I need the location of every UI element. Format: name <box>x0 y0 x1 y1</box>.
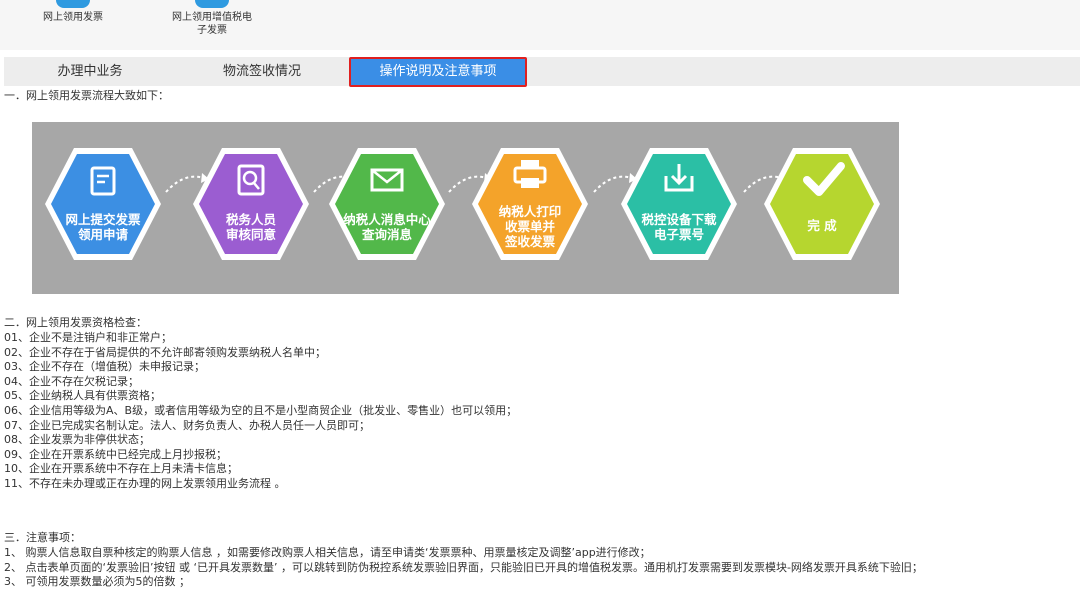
step-print-receipt: 纳税人打印 收票单并 签收发票 <box>471 146 589 262</box>
list-item: 05、企业纳税人具有供票资格； <box>4 389 161 403</box>
hexagon-shape <box>193 148 309 260</box>
step-complete: 完 成 <box>763 146 881 262</box>
list-item: 2、 点击表单页面的‘发票验旧’按钮 或 ‘已开具发票数量’ ，可以跳转到防伪税… <box>4 560 923 574</box>
list-item: 1、 购票人信息取自票种核定的购票人信息 ，如需要修改购票人相关信息，请至申请类… <box>4 546 651 559</box>
hexagon-shape <box>621 148 737 260</box>
process-flow-diagram: 网上提交发票 领用申请 税务人员 审核同意 纳税人消息中心 查询消息 纳税人打印… <box>32 122 899 294</box>
step-download-number: 税控设备下载 电子票号 <box>620 146 738 262</box>
hexagon-shape <box>329 148 445 260</box>
list-item: 06、企业信用等级为A、B级，或者信用等级为空的且不是小型商贸企业（批发业、零售… <box>4 403 518 417</box>
step-tax-review: 税务人员 审核同意 <box>192 146 310 262</box>
list-item: 09、企业在开票系统中已经完成上月抄报税； <box>4 447 227 461</box>
list-item: 07、企业已完成实名制认定。法人、财务负责人、办税人员任一人员即可； <box>4 418 370 432</box>
section2-heading: 二．网上领用发票资格检查： <box>4 316 147 329</box>
list-item: 04、企业不存在欠税记录； <box>4 374 139 388</box>
app-icon <box>195 0 229 8</box>
step-submit-request: 网上提交发票 领用申请 <box>44 146 162 262</box>
step-label: 完 成 <box>807 218 837 233</box>
list-item: 01、企业不是注销户和非正常户； <box>4 331 172 344</box>
list-item: 11、不存在未办理或正在办理的网上发票领用业务流程 。 <box>4 476 286 490</box>
app-online-vat-e-invoice[interactable]: 网上领用增值税电 子发票 <box>166 0 258 37</box>
step-label: 税控设备下载 电子票号 <box>641 212 717 242</box>
section1-heading: 一．网上领用发票流程大致如下： <box>4 89 169 102</box>
app-online-invoice[interactable]: 网上领用发票 <box>36 0 110 24</box>
step-label: 税务人员 审核同意 <box>225 212 276 242</box>
qualification-list: 01、企业不是注销户和非正常户； 02、企业不存在于省局提供的不允许邮寄领购发票… <box>4 331 517 492</box>
step-label: 纳税人打印 收票单并 签收发票 <box>498 204 562 249</box>
notes-list: 1、 购票人信息取自票种核定的购票人信息 ，如需要修改购票人相关信息，请至申请类… <box>4 546 923 590</box>
app-label: 网上领用发票 <box>43 12 103 23</box>
tab-in-progress[interactable]: 办理中业务 <box>4 57 176 86</box>
step-label: 网上提交发票 领用申请 <box>65 212 141 242</box>
app-label-line1: 网上领用增值税电 <box>172 12 252 23</box>
list-item: 10、企业在开票系统中不存在上月未清卡信息； <box>4 462 238 476</box>
section3-heading: 三．注意事项： <box>4 531 81 544</box>
tab-bar: 办理中业务 物流签收情况 操作说明及注意事项 <box>4 57 1080 87</box>
hexagon-shape <box>764 148 880 260</box>
top-function-band <box>0 0 1080 50</box>
tab-instructions[interactable]: 操作说明及注意事项 <box>349 57 527 87</box>
hexagon-shape <box>45 148 161 260</box>
step-label: 纳税人消息中心 查询消息 <box>343 212 431 242</box>
step-message-center: 纳税人消息中心 查询消息 <box>328 146 446 262</box>
tab-logistics[interactable]: 物流签收情况 <box>176 57 348 86</box>
app-icon <box>56 0 90 8</box>
list-item: 08、企业发票为非停供状态； <box>4 433 150 447</box>
list-item: 02、企业不存在于省局提供的不允许邮寄领购发票纳税人名单中； <box>4 345 326 359</box>
list-item: 03、企业不存在（增值税）未申报记录； <box>4 360 205 374</box>
list-item: 3、 可领用发票数量必须为5的倍数 ； <box>4 575 190 589</box>
app-label-line2: 子发票 <box>197 25 227 36</box>
